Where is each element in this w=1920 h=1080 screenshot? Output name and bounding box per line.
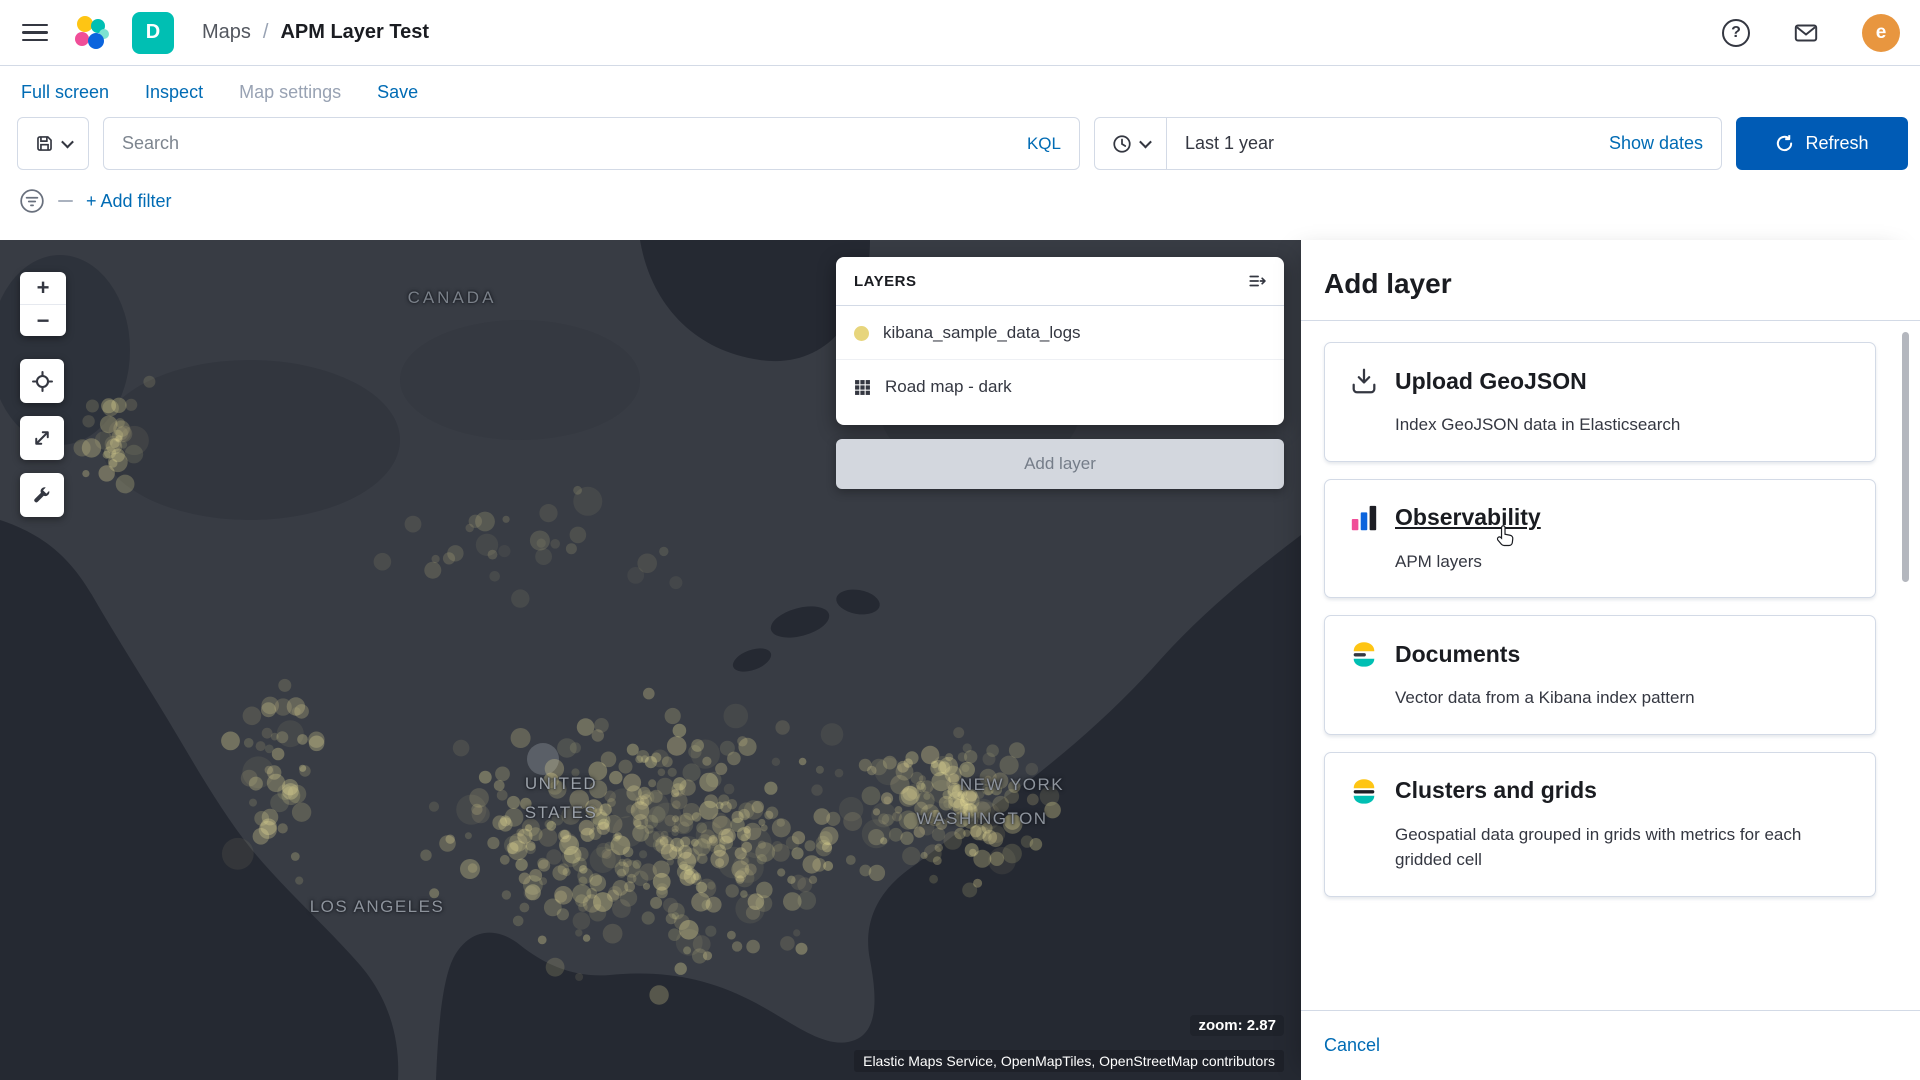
card-description: APM layers	[1395, 549, 1851, 575]
app-header: D Maps / APM Layer Test e	[0, 0, 1920, 66]
page-title: APM Layer Test	[280, 21, 429, 44]
map-attribution[interactable]: Elastic Maps Service, OpenMapTiles, Open…	[854, 1050, 1284, 1072]
breadcrumb-separator: /	[263, 21, 269, 44]
zoom-in-button[interactable]: +	[20, 272, 66, 304]
card-documents[interactable]: Documents Vector data from a Kibana inde…	[1324, 615, 1876, 735]
grid-icon	[854, 379, 871, 396]
card-upload-geojson[interactable]: Upload GeoJSON Index GeoJSON data in Ela…	[1324, 342, 1876, 462]
import-icon	[1349, 366, 1379, 396]
zoom-out-button[interactable]: −	[20, 304, 66, 336]
chevron-down-icon	[1139, 136, 1152, 149]
layer-control: LAYERS kibana_sample_data_logs	[836, 257, 1284, 489]
content: CANADA UNITED STATES NEW YORK WASHINGTON…	[0, 240, 1920, 1080]
help-icon[interactable]	[1722, 19, 1750, 47]
card-description: Geospatial data grouped in grids with me…	[1395, 822, 1851, 873]
add-filter-button[interactable]: + Add filter	[86, 191, 172, 212]
crosshair-icon	[32, 371, 53, 392]
breadcrumb-maps[interactable]: Maps	[202, 21, 251, 44]
inspect-button[interactable]: Inspect	[145, 82, 203, 103]
chevron-down-icon	[61, 136, 74, 149]
documents-icon	[1349, 639, 1379, 669]
space-badge[interactable]: D	[132, 12, 174, 54]
clusters-icon	[1349, 776, 1379, 806]
map-canvas[interactable]: CANADA UNITED STATES NEW YORK WASHINGTON…	[0, 240, 1301, 1080]
add-layer-flyout: Add layer Upload GeoJSON Index GeoJSON d…	[1301, 240, 1920, 1080]
observability-icon	[1349, 503, 1379, 533]
filter-bar: + Add filter	[0, 170, 1920, 240]
refresh-icon	[1775, 134, 1794, 153]
card-description: Vector data from a Kibana index pattern	[1395, 685, 1851, 711]
time-picker: Last 1 year Show dates	[1094, 117, 1722, 170]
layer-source-list: Upload GeoJSON Index GeoJSON data in Ela…	[1301, 321, 1920, 1010]
breadcrumb: Maps / APM Layer Test	[202, 21, 429, 44]
card-clusters-grids[interactable]: Clusters and grids Geospatial data group…	[1324, 752, 1876, 897]
layers-panel: LAYERS kibana_sample_data_logs	[836, 257, 1284, 425]
card-title[interactable]: Clusters and grids	[1395, 777, 1597, 804]
add-layer-button-disabled[interactable]: Add layer	[836, 439, 1284, 489]
time-range-display: Last 1 year Show dates	[1167, 118, 1721, 169]
zoom-level-indicator: zoom: 2.87	[1190, 1015, 1284, 1036]
set-view-button[interactable]	[20, 359, 64, 403]
elastic-logo-icon[interactable]	[70, 12, 112, 54]
header-actions: e	[1722, 14, 1900, 52]
fit-to-data-button[interactable]	[20, 416, 64, 460]
card-description: Index GeoJSON data in Elasticsearch	[1395, 412, 1851, 438]
filter-divider	[58, 200, 73, 202]
clock-icon	[1112, 134, 1132, 154]
show-dates-button[interactable]: Show dates	[1609, 133, 1703, 154]
layers-panel-title: LAYERS	[854, 273, 916, 290]
menu-icon[interactable]	[20, 22, 50, 44]
search-box: KQL	[103, 117, 1080, 170]
scrollbar-thumb[interactable]	[1902, 332, 1909, 582]
save-icon	[35, 134, 54, 153]
time-range-value[interactable]: Last 1 year	[1185, 133, 1274, 154]
refresh-button[interactable]: Refresh	[1736, 117, 1908, 170]
filter-icon[interactable]	[19, 188, 45, 214]
time-quick-menu-button[interactable]	[1095, 118, 1167, 169]
mail-icon[interactable]	[1792, 21, 1820, 45]
tools-button[interactable]	[20, 473, 64, 517]
card-observability[interactable]: Observability APM layers	[1324, 479, 1876, 599]
kql-language-button[interactable]: KQL	[1027, 134, 1061, 154]
collapse-panel-icon[interactable]	[1248, 272, 1266, 290]
map-settings-button[interactable]: Map settings	[239, 82, 341, 103]
flyout-title: Add layer	[1324, 268, 1896, 300]
card-title[interactable]: Upload GeoJSON	[1395, 368, 1587, 395]
save-button[interactable]: Save	[377, 82, 418, 103]
card-title[interactable]: Observability	[1395, 504, 1541, 531]
saved-query-menu-button[interactable]	[17, 117, 89, 170]
layer-dot-swatch-icon	[854, 326, 869, 341]
card-title[interactable]: Documents	[1395, 641, 1520, 668]
zoom-control: + −	[20, 272, 66, 336]
query-bar: KQL Last 1 year Show dates Refresh	[17, 117, 1908, 170]
cancel-button[interactable]: Cancel	[1324, 1035, 1380, 1056]
expand-diagonal-icon	[32, 428, 52, 448]
layer-row-sample-logs[interactable]: kibana_sample_data_logs	[836, 306, 1284, 360]
search-input[interactable]	[122, 133, 1015, 154]
user-avatar[interactable]: e	[1862, 14, 1900, 52]
layer-row-basemap[interactable]: Road map - dark	[836, 360, 1284, 413]
map-controls: + −	[20, 272, 66, 530]
layer-name: kibana_sample_data_logs	[883, 323, 1081, 343]
full-screen-button[interactable]: Full screen	[21, 82, 109, 103]
wrench-icon	[32, 485, 52, 505]
layer-name: Road map - dark	[885, 377, 1012, 397]
app-menu-bar: Full screen Inspect Map settings Save	[0, 66, 1920, 115]
refresh-label: Refresh	[1805, 133, 1868, 154]
